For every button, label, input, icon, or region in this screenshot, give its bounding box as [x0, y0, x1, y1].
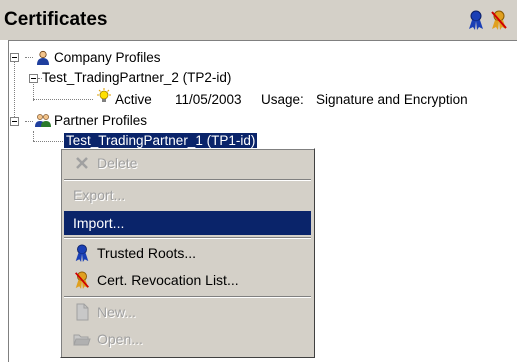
trusted-roots-icon[interactable] [467, 10, 485, 30]
new-document-icon [76, 303, 89, 321]
menu-item-open[interactable]: Open... [64, 327, 311, 351]
collapse-partner-profiles-toggle[interactable] [10, 117, 19, 126]
certificate-status[interactable]: Active [115, 91, 152, 108]
menu-separator [64, 296, 311, 298]
menu-separator [64, 237, 311, 239]
menu-item-cert-revocation-list[interactable]: Cert. Revocation List... [64, 268, 311, 292]
trading-partner-2-node[interactable]: Test_TradingPartner_2 (TP2-id) [42, 69, 231, 86]
revocation-list-icon[interactable] [490, 10, 508, 30]
company-profile-icon [37, 50, 49, 65]
menu-item-trusted-roots[interactable]: Trusted Roots... [64, 241, 311, 265]
menu-item-new[interactable]: New... [64, 300, 311, 324]
certificates-header: Certificates [0, 0, 517, 40]
partner-profiles-icon [35, 114, 51, 127]
delete-x-icon [76, 157, 88, 169]
certificate-usage-value: Signature and Encryption [316, 92, 468, 107]
trading-partner-1-node[interactable]: Test_TradingPartner_1 (TP1-id) [64, 133, 258, 148]
menu-item-export[interactable]: Export... [64, 183, 311, 207]
menu-item-import[interactable]: Import... [64, 211, 311, 235]
tree-line [33, 81, 35, 101]
collapse-trading-partner-2-toggle[interactable] [29, 74, 38, 83]
collapse-company-profiles-toggle[interactable] [10, 53, 19, 62]
partner-profiles-label[interactable]: Partner Profiles [54, 112, 147, 129]
tree-line [25, 121, 33, 123]
page-title: Certificates [4, 9, 108, 30]
tree-line [33, 141, 63, 143]
tree-line [14, 61, 16, 121]
certificate-usage-label: Usage: [261, 92, 304, 107]
company-profiles-label[interactable]: Company Profiles [54, 49, 161, 66]
context-menu: Delete Export... Import... Trusted Roots… [60, 148, 315, 358]
menu-item-delete[interactable]: Delete [64, 151, 311, 175]
menu-separator [64, 179, 311, 181]
certificate-date: 11/05/2003 [175, 92, 242, 107]
open-folder-icon [73, 334, 91, 346]
tree-line [33, 131, 35, 141]
active-certificate-bulb-icon [97, 88, 111, 102]
tree-line [25, 57, 33, 59]
trading-partner-1-label: Test_TradingPartner_1 (TP1-id) [64, 133, 258, 148]
trusted-roots-icon [75, 244, 89, 262]
tree-line [33, 99, 93, 101]
revocation-list-icon [75, 271, 89, 289]
